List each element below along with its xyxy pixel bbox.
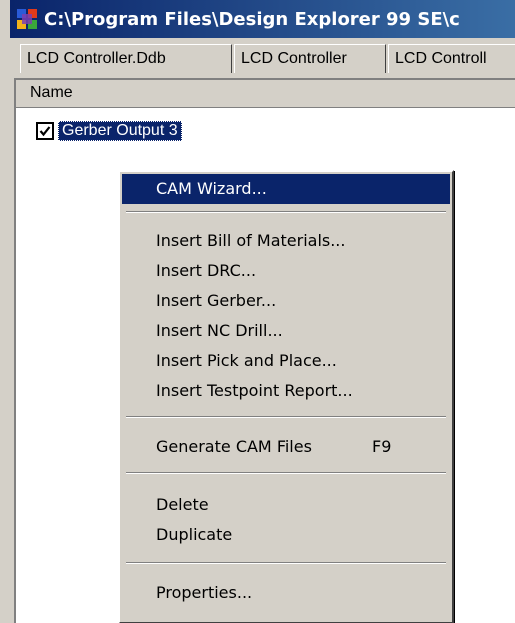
- menu-item-duplicate[interactable]: Duplicate: [122, 520, 450, 550]
- tab-lcd-controller-truncated[interactable]: LCD Controll: [388, 44, 515, 73]
- menu-item-properties[interactable]: Properties...: [122, 578, 450, 608]
- menu-item-insert-gerber[interactable]: Insert Gerber...: [122, 286, 450, 316]
- title-bar[interactable]: C:\Program Files\Design Explorer 99 SE\c: [10, 0, 515, 38]
- menu-item-insert-bill-of-materials[interactable]: Insert Bill of Materials...: [122, 226, 450, 256]
- menu-item-label: Insert Testpoint Report...: [156, 381, 353, 400]
- menu-item-label: Insert NC Drill...: [156, 321, 283, 340]
- item-checkbox[interactable]: [36, 122, 54, 140]
- tab-lcd-controller[interactable]: LCD Controller: [234, 44, 386, 73]
- tree-item-gerber-output[interactable]: Gerber Output 3: [36, 120, 182, 142]
- window-title: C:\Program Files\Design Explorer 99 SE\c: [44, 8, 460, 30]
- menu-separator: [126, 211, 446, 213]
- menu-item-label: Properties...: [156, 583, 253, 602]
- menu-item-delete[interactable]: Delete: [122, 490, 450, 520]
- menu-item-label: Insert DRC...: [156, 261, 257, 280]
- application-window: C:\Program Files\Design Explorer 99 SE\c…: [0, 0, 515, 623]
- menu-item-label: Insert Bill of Materials...: [156, 231, 346, 250]
- menu-separator: [126, 416, 446, 418]
- menu-item-label: Duplicate: [156, 525, 233, 544]
- menu-item-insert-pick-and-place[interactable]: Insert Pick and Place...: [122, 346, 450, 376]
- name-column-header[interactable]: Name: [16, 80, 515, 108]
- design-explorer-app-icon: [17, 9, 37, 29]
- tab-lcd-controller-ddb[interactable]: LCD Controller.Ddb: [20, 44, 232, 73]
- menu-item-label: CAM Wizard...: [156, 179, 267, 198]
- menu-item-label: Insert Gerber...: [156, 291, 277, 310]
- context-menu: CAM Wizard... Insert Bill of Materials..…: [118, 170, 454, 623]
- menu-item-shortcut: F9: [372, 437, 392, 456]
- menu-item-label: Generate CAM Files: [156, 437, 312, 456]
- document-tab-strip: LCD Controller.Ddb LCD Controller LCD Co…: [10, 38, 515, 74]
- menu-separator: [126, 562, 446, 564]
- checkmark-icon: [39, 126, 51, 137]
- name-column-label: Name: [30, 84, 73, 101]
- menu-separator: [126, 472, 446, 474]
- menu-item-label: Delete: [156, 495, 209, 514]
- menu-item-cam-wizard[interactable]: CAM Wizard...: [122, 174, 450, 204]
- menu-item-insert-drc[interactable]: Insert DRC...: [122, 256, 450, 286]
- menu-item-label: Insert Pick and Place...: [156, 351, 337, 370]
- tree-item-label[interactable]: Gerber Output 3: [58, 121, 182, 141]
- menu-item-generate-cam-files[interactable]: Generate CAM Files F9: [122, 432, 450, 462]
- menu-item-insert-nc-drill[interactable]: Insert NC Drill...: [122, 316, 450, 346]
- menu-item-insert-testpoint-report[interactable]: Insert Testpoint Report...: [122, 376, 450, 406]
